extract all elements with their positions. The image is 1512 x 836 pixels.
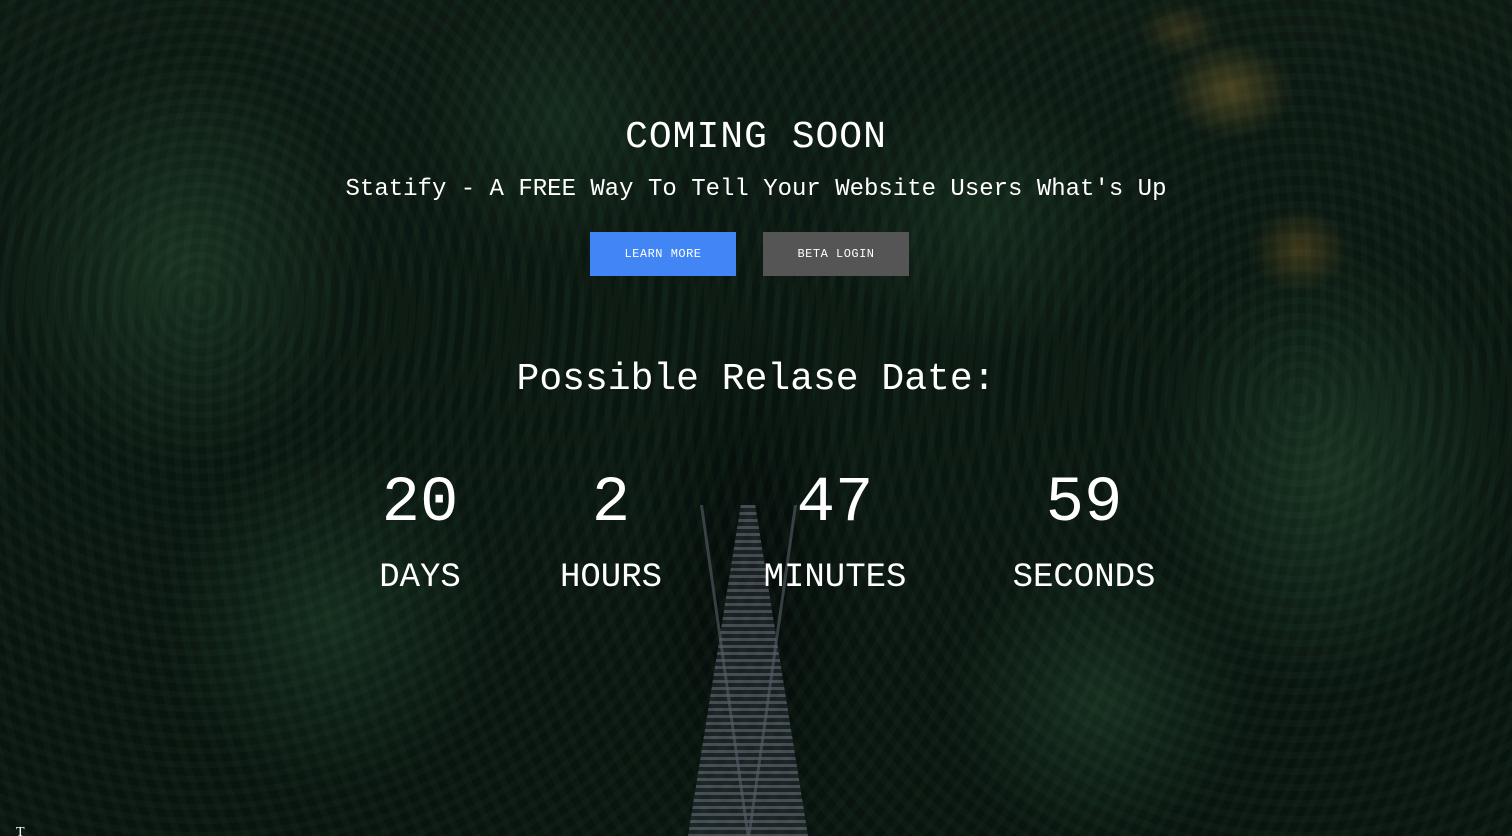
- footer-glyph: T: [16, 825, 25, 836]
- countdown-hours-label: HOURS: [559, 559, 663, 597]
- countdown-minutes-label: MINUTES: [763, 559, 907, 597]
- countdown-days-label: DAYS: [379, 559, 461, 597]
- countdown-seconds-label: SECONDS: [1012, 559, 1156, 597]
- countdown-seconds: 59 SECONDS: [984, 466, 1184, 598]
- countdown-seconds-value: 59: [1045, 468, 1123, 540]
- learn-more-button[interactable]: LEARN MORE: [590, 232, 736, 276]
- page-subtitle: Statify - A FREE Way To Tell Your Websit…: [345, 176, 1167, 203]
- countdown-minutes: 47 MINUTES: [735, 466, 935, 598]
- countdown-days: 20 DAYS: [340, 466, 500, 598]
- countdown-days-value: 20: [381, 468, 459, 540]
- countdown-hours-value: 2: [591, 468, 631, 540]
- release-date-heading: Possible Relase Date:: [516, 358, 996, 401]
- page-title: COMING SOON: [625, 116, 887, 159]
- countdown-minutes-value: 47: [796, 468, 874, 540]
- beta-login-button[interactable]: BETA LOGIN: [763, 232, 909, 276]
- countdown-hours: 2 HOURS: [531, 466, 691, 598]
- coming-soon-page: COMING SOON Statify - A FREE Way To Tell…: [0, 0, 1512, 836]
